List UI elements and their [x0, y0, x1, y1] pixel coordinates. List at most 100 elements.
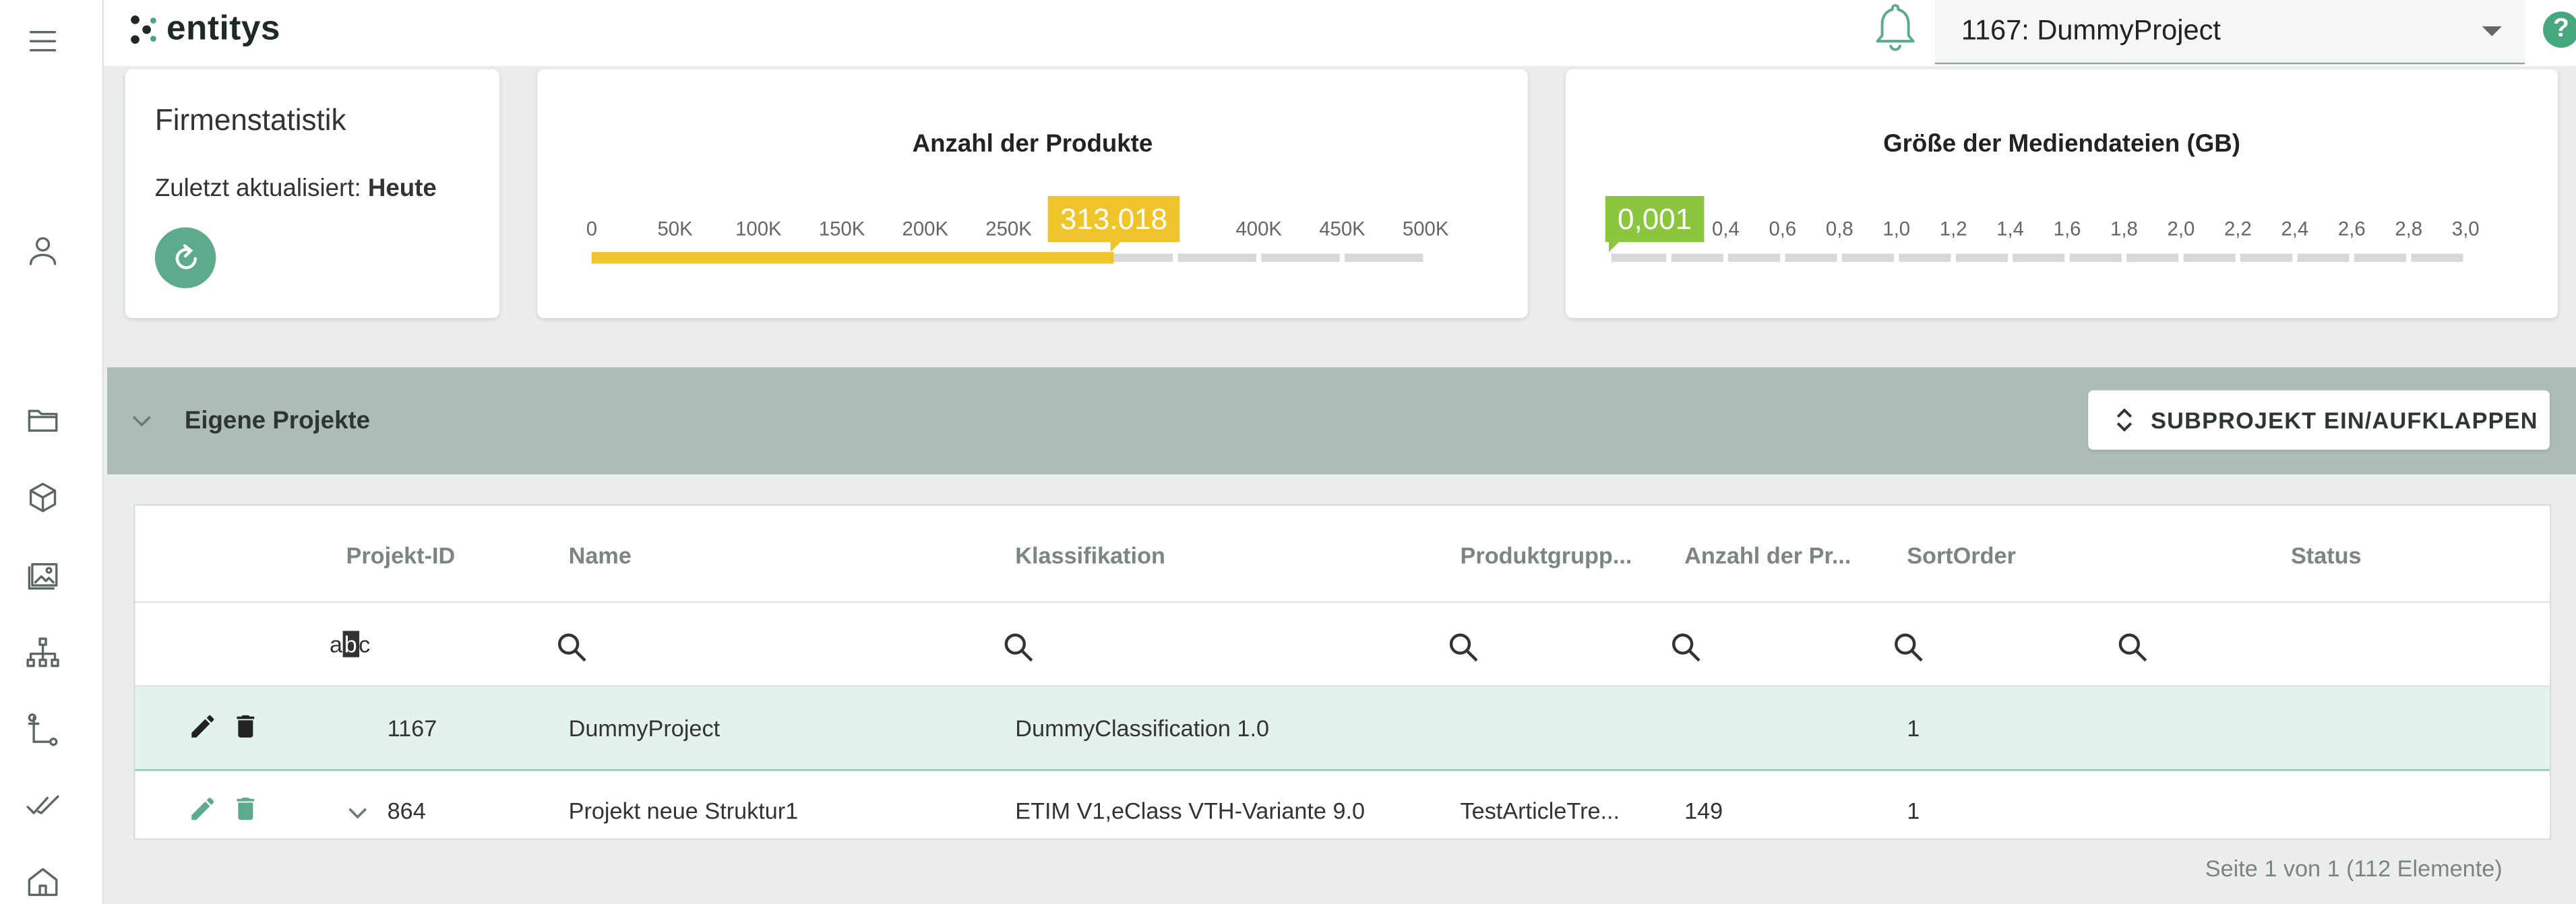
chevron-down-icon[interactable]	[130, 408, 153, 431]
logo[interactable]: entitys	[130, 8, 280, 51]
cell-name: DummyProject	[569, 715, 720, 741]
cell-classification: DummyClassification 1.0	[1015, 715, 1269, 741]
project-id-filter-abc[interactable]: abc	[330, 631, 370, 657]
logo-text: entitys	[166, 10, 280, 50]
media-gauge-tick-label: 0,4	[1712, 218, 1740, 240]
media-gauge-track-segment	[1956, 254, 2008, 262]
cell-project-id: 864	[388, 798, 426, 824]
media-gauge-track-segment	[1785, 254, 1837, 262]
products-gauge-tick-label: 500K	[1403, 218, 1449, 240]
cell-classification: ETIM V1,eClass VTH-Variante 9.0	[1015, 798, 1365, 824]
delete-icon[interactable]	[231, 711, 260, 741]
hierarchy-icon[interactable]	[22, 631, 65, 674]
media-gauge-value-badge: 0,001	[1605, 196, 1705, 252]
products-gauge-tick-label: 150K	[819, 218, 865, 240]
media-gauge-track-segment	[2184, 254, 2236, 262]
media-gauge-track-segment	[1842, 254, 1894, 262]
media-gauge-track-segment	[2411, 254, 2463, 262]
sidebar	[0, 0, 104, 904]
products-gauge-card: Anzahl der Produkte 050K100K150K200K250K…	[537, 69, 1528, 318]
search-icon[interactable]	[555, 631, 588, 664]
projects-header: Eigene Projekte SUBPROJEKT EIN/AUFKLAPPE…	[107, 367, 2576, 474]
products-gauge-track-segment	[1178, 254, 1256, 262]
refresh-button[interactable]	[155, 227, 216, 288]
search-icon[interactable]	[1669, 631, 1703, 664]
search-icon[interactable]	[2116, 631, 2149, 664]
media-gauge-tick-label: 1,4	[1996, 218, 2024, 240]
media-gauge-track-segment	[2354, 254, 2406, 262]
cell-product-group: TestArticleTre...	[1461, 798, 1620, 824]
cell-name: Projekt neue Struktur1	[569, 798, 799, 824]
search-icon[interactable]	[1447, 631, 1480, 664]
products-gauge-value-pointer	[1111, 242, 1121, 252]
cube-icon[interactable]	[22, 476, 65, 519]
column-header-project-id[interactable]: Projekt-ID	[346, 542, 456, 569]
column-header-product-group[interactable]: Produktgrupp...	[1461, 542, 1632, 569]
image-icon[interactable]	[22, 554, 65, 597]
products-gauge-tick-label: 400K	[1235, 218, 1282, 240]
projects-grid: Projekt-ID Name Klassifikation Produktgr…	[133, 504, 2551, 840]
media-gauge-tick-label: 0,6	[1769, 218, 1796, 240]
cell-sort-order: 1	[1907, 715, 1920, 741]
cell-sort-order: 1	[1907, 798, 1920, 824]
column-header-name[interactable]: Name	[569, 542, 632, 569]
products-gauge-track-segment	[1345, 254, 1423, 262]
media-gauge-track-segment	[2013, 254, 2064, 262]
folder-icon[interactable]	[22, 399, 65, 442]
media-gauge-tick-label: 0,8	[1826, 218, 1853, 240]
edit-icon[interactable]	[188, 794, 218, 824]
search-icon[interactable]	[1892, 631, 1925, 664]
products-gauge-tick-label: 100K	[735, 218, 782, 240]
table-row[interactable]: 864 Projekt neue Struktur1 ETIM V1,eClas…	[135, 769, 2550, 837]
products-gauge: 050K100K150K200K250K400K450K500K313.018	[537, 69, 1528, 318]
subproject-toggle-button[interactable]: SUBPROJEKT EIN/AUFKLAPPEN	[2088, 391, 2550, 450]
pager-info: Seite 1 von 1 (112 Elemente)	[2205, 855, 2503, 881]
column-header-classification[interactable]: Klassifikation	[1015, 542, 1165, 569]
project-select[interactable]: 1167: DummyProject	[1935, 0, 2525, 64]
menu-icon[interactable]	[22, 20, 65, 63]
chevron-down-icon[interactable]	[346, 800, 369, 823]
media-gauge-track-segment	[2298, 254, 2350, 262]
media-gauge-track-segment	[1672, 254, 1723, 262]
media-gauge-tick-label: 3,0	[2452, 218, 2480, 240]
products-gauge-fill	[592, 252, 1114, 263]
media-gauge-tick-label: 2,4	[2281, 218, 2308, 240]
logo-icon	[130, 15, 156, 44]
company-stats-card: Firmenstatistik Zuletzt aktualisiert: He…	[125, 69, 499, 318]
double-check-icon[interactable]	[22, 784, 65, 827]
column-header-product-count[interactable]: Anzahl der Pr...	[1684, 542, 1851, 569]
edit-icon[interactable]	[188, 711, 218, 741]
media-gauge-tick-label: 1,6	[2054, 218, 2081, 240]
media-gauge-track-segment	[1612, 254, 1667, 262]
media-gauge-card: Größe der Mediendateien (GB) 0,40,60,81,…	[1566, 69, 2558, 318]
products-gauge-value-badge: 313.018	[1048, 196, 1180, 252]
media-gauge-track-segment	[2240, 254, 2292, 262]
products-gauge-tick-label: 50K	[658, 218, 694, 240]
products-gauge-tick-label: 200K	[902, 218, 949, 240]
cell-product-count: 149	[1684, 798, 1723, 824]
column-header-status[interactable]: Status	[2291, 542, 2362, 569]
help-icon[interactable]: ?	[2543, 11, 2576, 48]
products-gauge-track-segment	[1261, 254, 1339, 262]
delete-icon[interactable]	[231, 794, 260, 824]
header-divider	[135, 602, 2550, 603]
workflow-icon[interactable]	[22, 708, 65, 751]
user-icon[interactable]	[22, 229, 65, 272]
media-gauge-tick-label: 2,8	[2395, 218, 2422, 240]
table-row[interactable]: 1167 DummyProject DummyClassification 1.…	[135, 687, 2550, 771]
subproject-toggle-label: SUBPROJEKT EIN/AUFKLAPPEN	[2151, 407, 2538, 433]
home-icon[interactable]	[22, 860, 65, 903]
bell-icon[interactable]	[1870, 0, 1920, 56]
column-header-sort-order[interactable]: SortOrder	[1907, 542, 2016, 569]
media-gauge-value-pointer	[1609, 242, 1619, 252]
top-bar: entitys 1167: DummyProject ?	[104, 0, 2576, 66]
media-gauge-tick-label: 2,6	[2338, 218, 2366, 240]
project-select-value: 1167: DummyProject	[1961, 15, 2221, 48]
media-gauge-track-segment	[1899, 254, 1951, 262]
media-gauge-track-segment	[1728, 254, 1780, 262]
search-icon[interactable]	[1002, 631, 1035, 664]
media-gauge-tick-label: 1,2	[1940, 218, 1967, 240]
stats-updated-label: Zuletzt aktualisiert:	[155, 174, 361, 203]
stats-updated-value: Heute	[368, 174, 437, 203]
products-gauge-tick-label: 0	[586, 218, 597, 240]
